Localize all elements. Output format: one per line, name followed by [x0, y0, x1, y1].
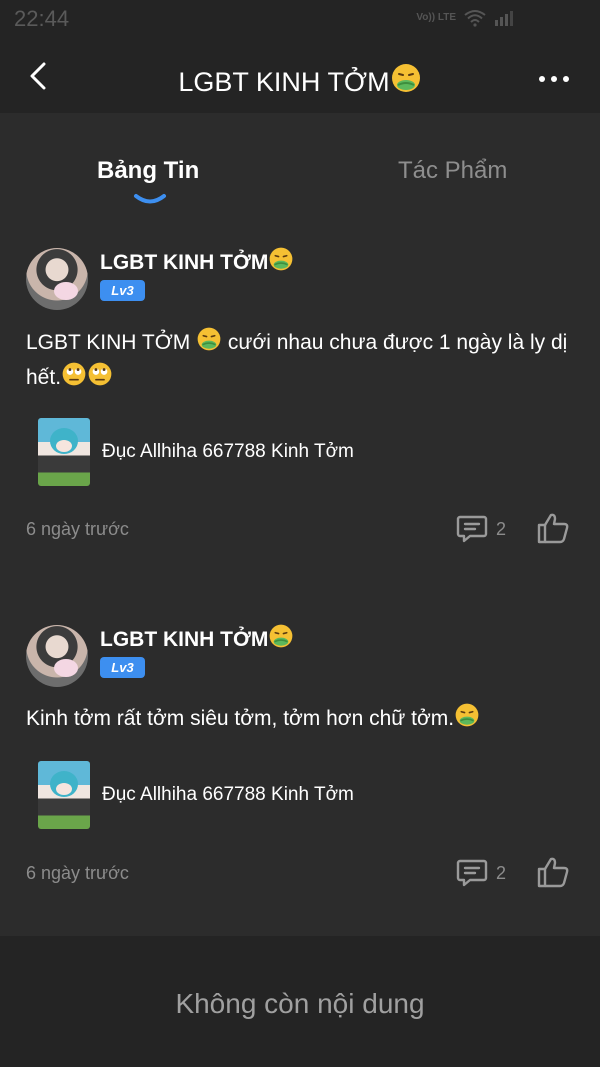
- comment-count: 2: [496, 518, 507, 539]
- level-badge: Lv3: [100, 657, 145, 678]
- tab-active-indicator: [134, 194, 166, 204]
- more-dot-icon: [551, 76, 557, 82]
- post-time: 6 ngày trước: [26, 519, 129, 539]
- comment-button[interactable]: 2: [456, 514, 506, 544]
- nauseated-face-icon: [270, 247, 293, 271]
- app-header: LGBT KINH TỞM: [0, 40, 600, 113]
- comment-icon: [456, 859, 488, 887]
- end-of-feed: Không còn nội dung: [0, 936, 600, 1067]
- tab-feed[interactable]: Bảng Tin: [97, 157, 199, 185]
- level-badge: Lv3: [100, 280, 145, 301]
- wifi-icon: [464, 10, 486, 27]
- work-thumbnail: [38, 418, 90, 486]
- post-author-name: LGBT KINH TỞM: [100, 251, 269, 274]
- nauseated-face-icon: [391, 64, 420, 92]
- chevron-left-icon: [30, 62, 46, 90]
- tab-works[interactable]: Tác Phẩm: [398, 157, 507, 185]
- post-separator: [0, 573, 600, 593]
- post-author-name: LGBT KINH TỞM: [100, 628, 269, 651]
- nauseated-face-icon: [197, 327, 221, 351]
- eye-roll-face-icon: [62, 362, 86, 386]
- back-button[interactable]: [20, 58, 56, 94]
- more-options-button[interactable]: [534, 64, 574, 94]
- work-thumbnail: [38, 761, 90, 829]
- linked-work[interactable]: Đục Allhiha 667788 Kinh Tởm: [38, 418, 354, 486]
- avatar[interactable]: [26, 248, 88, 310]
- comment-count: 2: [496, 862, 507, 883]
- post-time: 6 ngày trước: [26, 863, 129, 883]
- more-dot-icon: [563, 76, 569, 82]
- nauseated-face-icon: [455, 703, 479, 727]
- post-content: Kinh tởm rất tởm siêu tởm, tởm hơn chữ t…: [26, 701, 574, 736]
- nauseated-face-icon: [270, 624, 293, 648]
- comment-button[interactable]: 2: [456, 858, 506, 888]
- eye-roll-face-icon: [88, 362, 112, 386]
- post-author[interactable]: LGBT KINH TỞM: [100, 246, 294, 275]
- post-author[interactable]: LGBT KINH TỞM: [100, 623, 294, 652]
- post-footer: 6 ngày trước 2: [26, 510, 574, 550]
- network-label: Vo)) LTE: [416, 12, 456, 23]
- status-bar: 22:44 Vo)) LTE: [0, 0, 600, 40]
- post-card[interactable]: LGBT KINH TỞM Lv3 LGBT KINH TỞM cưới nha…: [0, 215, 600, 573]
- status-time: 22:44: [14, 6, 70, 31]
- like-button[interactable]: [536, 512, 570, 549]
- post-card[interactable]: LGBT KINH TỞM Lv3 Kinh tởm rất tởm siêu …: [0, 593, 600, 923]
- work-title: Đục Allhiha 667788 Kinh Tởm: [102, 784, 354, 805]
- more-dot-icon: [539, 76, 545, 82]
- post-text: Kinh tởm rất tởm siêu tởm, tởm hơn chữ t…: [26, 707, 455, 730]
- status-icons: Vo)) LTE: [416, 9, 514, 27]
- page-title-text: LGBT KINH TỞM: [178, 67, 390, 97]
- post-text: LGBT KINH TỞM: [26, 331, 197, 354]
- tab-bar: Bảng Tin Tác Phẩm: [0, 113, 600, 215]
- work-title: Đục Allhiha 667788 Kinh Tởm: [102, 441, 354, 462]
- post-content: LGBT KINH TỞM cưới nhau chưa được 1 ngày…: [26, 325, 574, 395]
- thumbs-up-icon: [537, 857, 569, 888]
- end-of-feed-message: Không còn nội dung: [175, 988, 425, 1019]
- page-title: LGBT KINH TỞM: [80, 62, 520, 98]
- signal-icon: [495, 11, 513, 26]
- post-footer: 6 ngày trước 2: [26, 854, 574, 894]
- comment-icon: [456, 515, 488, 543]
- avatar[interactable]: [26, 625, 88, 687]
- linked-work[interactable]: Đục Allhiha 667788 Kinh Tởm: [38, 761, 354, 829]
- thumbs-up-icon: [537, 513, 569, 544]
- like-button[interactable]: [536, 856, 570, 893]
